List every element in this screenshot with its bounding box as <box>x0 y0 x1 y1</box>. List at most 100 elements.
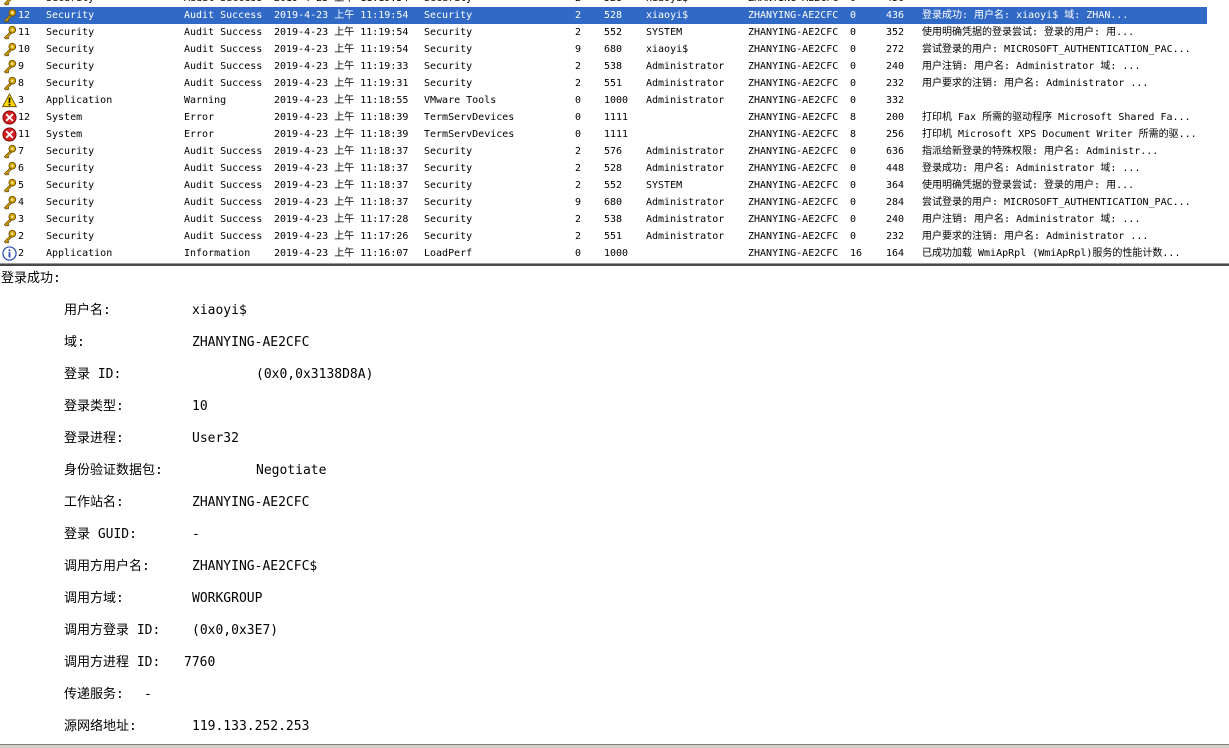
event-source: Security <box>424 180 473 191</box>
event-row[interactable]: 2 Application Information 2019-4-23 上午 11:1… <box>0 245 1229 262</box>
detail-field-value: 10 <box>192 399 208 414</box>
event-field-n2: 636 <box>886 146 905 157</box>
detail-heading: 登录成功: <box>1 271 61 286</box>
error-icon <box>2 110 17 125</box>
event-icon-cell <box>1 41 18 58</box>
event-computer: ZHANYING-AE2CFC <box>748 27 839 38</box>
event-computer: ZHANYING-AE2CFC <box>748 197 839 208</box>
event-row[interactable]: 3 Application Warning 2019-4-23 上午 11:18:55… <box>0 92 1229 109</box>
record-number: 6 <box>18 163 25 174</box>
event-category: 2 <box>575 61 582 72</box>
record-number: 11 <box>18 27 31 38</box>
event-icon-cell <box>1 211 18 228</box>
event-icon-cell <box>1 245 18 262</box>
record-number: 8 <box>18 78 25 89</box>
event-category: 0 <box>575 248 582 259</box>
event-user <box>646 126 748 143</box>
record-number: 2 <box>18 248 25 259</box>
event-source: Security <box>424 61 473 72</box>
detail-field-label: 工作站名: <box>64 495 124 510</box>
event-message: 指派给新登录的特殊权限: 用户名: Administr... <box>922 146 1159 157</box>
event-category: 2 <box>575 231 582 242</box>
event-row[interactable]: 8 Security Audit Success 2019-4-23 上午 11:19… <box>0 75 1229 92</box>
detail-field-label: 登录进程: <box>64 431 124 446</box>
event-message: 用户注销: 用户名: Administrator 域: ... <box>922 61 1141 72</box>
event-field-n1: 0 <box>850 163 857 174</box>
event-field-n1: 0 <box>850 197 857 208</box>
event-source: Security <box>424 197 473 208</box>
event-source: TermServDevices <box>424 129 515 140</box>
log-name: Security <box>46 27 95 38</box>
event-time: 2019-4-23 上午 11:19:33 <box>274 61 409 72</box>
record-number: 12 <box>18 10 31 21</box>
log-name: Security <box>46 61 95 72</box>
event-type: Audit Success <box>184 214 263 225</box>
event-category: 2 <box>575 10 582 21</box>
event-type: Audit Success <box>184 231 263 242</box>
event-row[interactable]: 5 Security Audit Success 2019-4-23 上午 11:18… <box>0 177 1229 194</box>
event-message: 登录成功: 用户名: xiaoyi$ 域: ZHAN... <box>922 10 1129 21</box>
event-category: 2 <box>575 214 582 225</box>
event-user: Administrator <box>646 231 725 242</box>
event-source: Security <box>424 163 473 174</box>
event-row[interactable]: 2 Security Audit Success 2019-4-23 上午 11:17… <box>0 228 1229 245</box>
record-number: 2 <box>18 231 25 242</box>
detail-field-label: 登录类型: <box>64 399 124 414</box>
detail-field-value: (0x0,0x3E7) <box>192 623 279 638</box>
log-name: Security <box>46 214 95 225</box>
event-row[interactable]: 11 Security Audit Success 2019-4-23 上午 11:1… <box>0 24 1229 41</box>
event-message: 使用明确凭据的登录尝试: 登录的用户: 用... <box>922 180 1135 191</box>
event-field-n2: 200 <box>886 112 905 123</box>
event-row[interactable]: 6 Security Audit Success 2019-4-23 上午 11:18… <box>0 160 1229 177</box>
event-row[interactable]: 7 Security Audit Success 2019-4-23 上午 11:18… <box>0 143 1229 160</box>
event-category: 2 <box>575 27 582 38</box>
event-list[interactable]: Security Audit Success 2019-4-23 上午 11:19:… <box>0 0 1229 263</box>
event-user: xiaoyi$ <box>646 44 689 55</box>
record-number: 5 <box>18 180 25 191</box>
event-icon-cell <box>1 194 18 211</box>
event-row[interactable]: 4 Security Audit Success 2019-4-23 上午 11:18… <box>0 194 1229 211</box>
event-row[interactable]: 3 Security Audit Success 2019-4-23 上午 11:17… <box>0 211 1229 228</box>
event-field-n1: 0 <box>850 78 857 89</box>
record-number: 11 <box>18 129 31 140</box>
event-field-n1: 0 <box>850 146 857 157</box>
event-row[interactable]: 9 Security Audit Success 2019-4-23 上午 11:19… <box>0 58 1229 75</box>
event-row[interactable]: 12 System Error 2019-4-23 上午 11:18:39 TermSe… <box>0 109 1229 126</box>
event-row[interactable]: 11 System Error 2019-4-23 上午 11:18:39 TermSe… <box>0 126 1229 143</box>
log-name: Security <box>46 163 95 174</box>
event-list-scrollbar[interactable] <box>1207 0 1229 263</box>
record-number: 10 <box>18 44 31 55</box>
event-time: 2019-4-23 上午 11:19:54 <box>274 44 409 55</box>
event-field-n1: 8 <box>850 129 857 140</box>
event-category: 2 <box>575 0 604 7</box>
log-name: Security <box>46 146 95 157</box>
detail-field-value: xiaoyi$ <box>192 303 247 318</box>
record-number: 12 <box>18 112 31 123</box>
event-id: 576 <box>604 146 623 157</box>
event-field-n2: 352 <box>886 27 905 38</box>
key-icon <box>2 144 17 159</box>
event-row-selected[interactable]: 12 Security Audit Success 2019-4-23 上午 11:1… <box>0 7 1229 24</box>
event-user: Administrator <box>646 197 725 208</box>
event-user: SYSTEM <box>646 27 683 38</box>
event-user: Administrator <box>646 61 725 72</box>
key-icon <box>2 212 17 227</box>
event-message: 打印机 Microsoft XPS Document Writer 所需的驱..… <box>922 129 1197 140</box>
event-field-n2: 436 <box>886 0 922 7</box>
event-computer: ZHANYING-AE2CFC <box>748 112 839 123</box>
event-time: 2019-4-23 上午 11:17:28 <box>274 214 409 225</box>
event-message: 登录成功: 用户名: Administrator 域: ... <box>922 163 1141 174</box>
event-field-n1: 0 <box>850 214 857 225</box>
event-row[interactable]: 10 Security Audit Success 2019-4-23 上午 11:1… <box>0 41 1229 58</box>
event-computer: ZHANYING-AE2CFC <box>748 44 839 55</box>
record-number: 9 <box>18 61 25 72</box>
event-field-n2: 256 <box>886 129 905 140</box>
event-icon-cell <box>1 7 18 24</box>
event-category: 2 <box>575 78 582 89</box>
event-category: 2 <box>575 180 582 191</box>
event-time: 2019-4-23 上午 11:16:07 <box>274 248 409 259</box>
event-row[interactable]: SecurityAudit Success2019-4-23 上午 11:19:… <box>0 0 1229 7</box>
event-field-n2: 232 <box>886 231 905 242</box>
key-icon <box>2 195 17 210</box>
event-field-n1: 0 <box>850 44 857 55</box>
